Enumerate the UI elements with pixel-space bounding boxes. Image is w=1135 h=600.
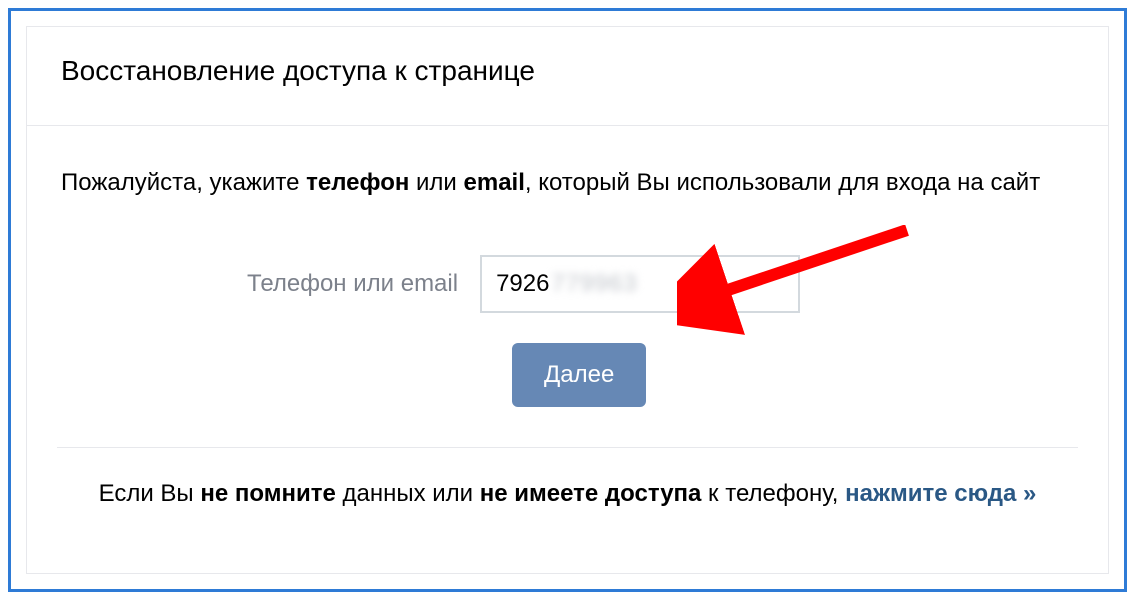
- instruction-part: , который Вы использовали для входа на с…: [525, 169, 1040, 196]
- instruction-part: или: [409, 169, 463, 196]
- instruction-bold-phone: телефон: [306, 169, 409, 196]
- footer-part: к телефону,: [701, 480, 845, 507]
- next-button[interactable]: Далее: [512, 343, 646, 407]
- footer-part: данных или: [336, 480, 480, 507]
- panel-body: Пожалуйста, укажите телефон или email, к…: [27, 126, 1108, 538]
- footer-part: Если Вы: [99, 480, 201, 507]
- panel-header: Восстановление доступа к странице: [27, 27, 1108, 126]
- footer-text: Если Вы не помните данных или не имеете …: [77, 480, 1058, 508]
- footer-bold-remember: не помните: [200, 480, 335, 507]
- instruction-bold-email: email: [464, 169, 525, 196]
- recovery-panel: Восстановление доступа к странице Пожалу…: [26, 26, 1109, 574]
- form-row: Телефон или email 7926779963: [57, 255, 1078, 313]
- instruction-part: Пожалуйста, укажите: [61, 169, 306, 196]
- phone-email-input[interactable]: 7926779963: [480, 255, 800, 313]
- footer-bold-access: не имеете доступа: [480, 480, 702, 507]
- input-value-visible: 7926: [496, 270, 549, 298]
- alternative-recovery-link[interactable]: нажмите сюда »: [845, 480, 1036, 507]
- outer-frame: Восстановление доступа к странице Пожалу…: [8, 8, 1127, 592]
- page-title: Восстановление доступа к странице: [61, 55, 1074, 87]
- panel-footer: Если Вы не помните данных или не имеете …: [57, 447, 1078, 508]
- instruction-text: Пожалуйста, укажите телефон или email, к…: [57, 166, 1078, 200]
- input-value-blurred: 779963: [551, 270, 637, 298]
- button-row: Далее: [57, 343, 1078, 407]
- phone-email-label: Телефон или email: [247, 270, 458, 298]
